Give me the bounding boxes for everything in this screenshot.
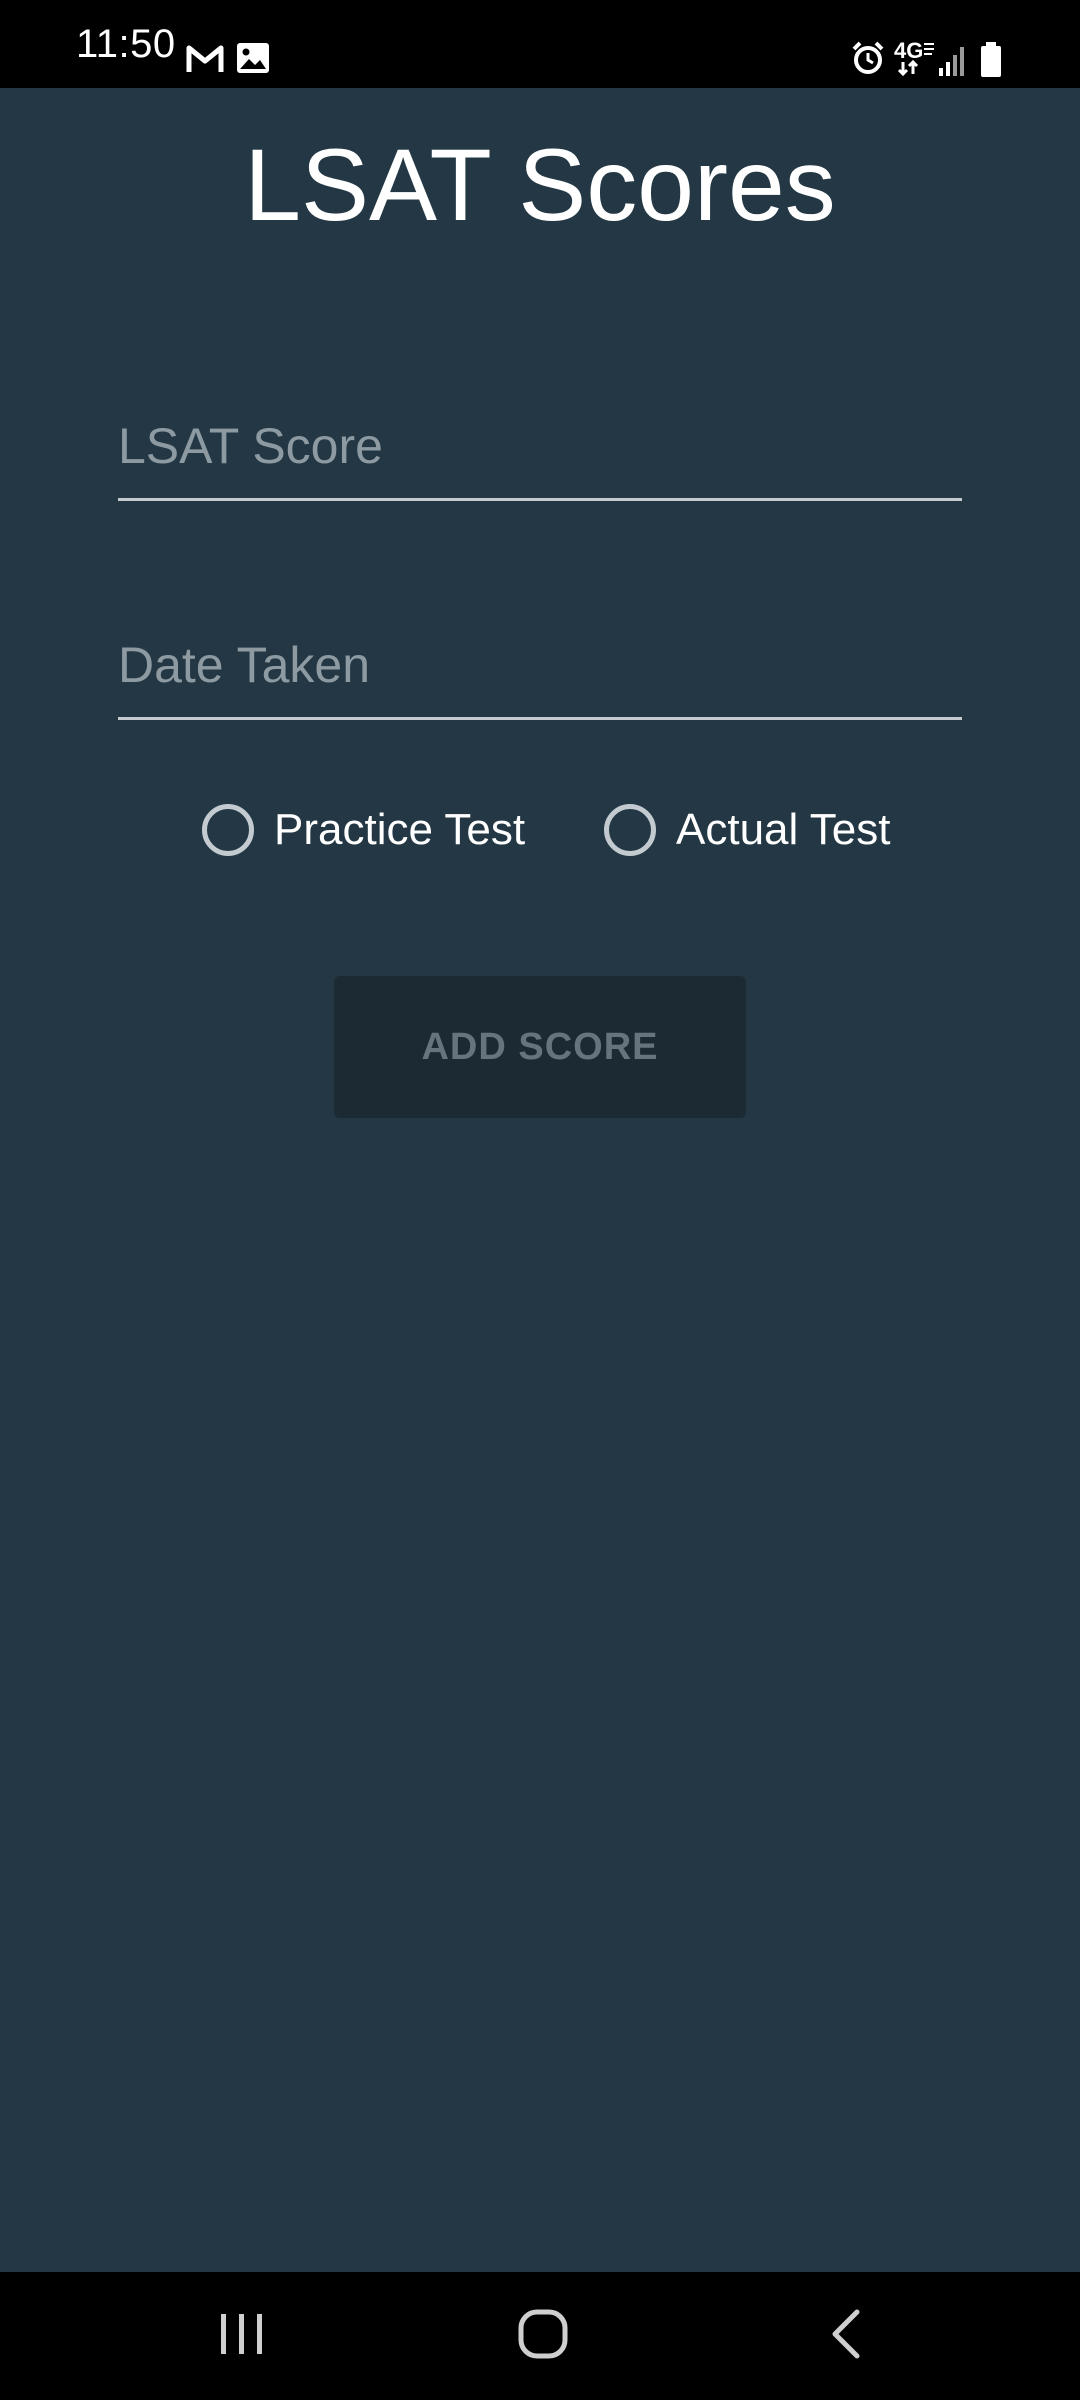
- recents-icon: [219, 2312, 265, 2361]
- navigation-bar: [0, 2272, 1080, 2400]
- practice-test-label: Practice Test: [274, 805, 526, 854]
- 4g-network-icon: 4G: [894, 38, 936, 78]
- back-icon: [829, 2309, 863, 2364]
- home-icon: [518, 2309, 568, 2364]
- recents-button[interactable]: [162, 2272, 322, 2400]
- alarm-icon: [850, 40, 886, 76]
- gallery-icon: [236, 42, 270, 74]
- date-taken-field[interactable]: [118, 617, 962, 720]
- page-title: LSAT Scores: [244, 128, 836, 242]
- radio-unchecked-icon[interactable]: [202, 804, 254, 856]
- status-time: 11:50: [76, 22, 176, 66]
- gmail-icon: [186, 44, 224, 74]
- battery-icon: [980, 42, 1002, 78]
- home-button[interactable]: [463, 2272, 623, 2400]
- practice-test-radio[interactable]: Practice Test: [202, 800, 525, 860]
- actual-test-label: Actual Test: [676, 805, 891, 854]
- actual-test-radio[interactable]: Actual Test: [604, 800, 890, 860]
- radio-unchecked-icon[interactable]: [604, 804, 656, 856]
- date-taken-input[interactable]: [118, 625, 962, 705]
- test-type-radio-group: Practice Test Actual Test: [0, 800, 1080, 860]
- back-button[interactable]: [766, 2272, 926, 2400]
- status-bar: 11:50 4G: [0, 0, 1080, 88]
- lsat-score-input[interactable]: [118, 406, 962, 486]
- add-score-button[interactable]: ADD SCORE: [334, 976, 746, 1118]
- svg-text:4G: 4G: [894, 38, 923, 63]
- lsat-score-field[interactable]: [118, 398, 962, 501]
- signal-icon: [938, 44, 968, 76]
